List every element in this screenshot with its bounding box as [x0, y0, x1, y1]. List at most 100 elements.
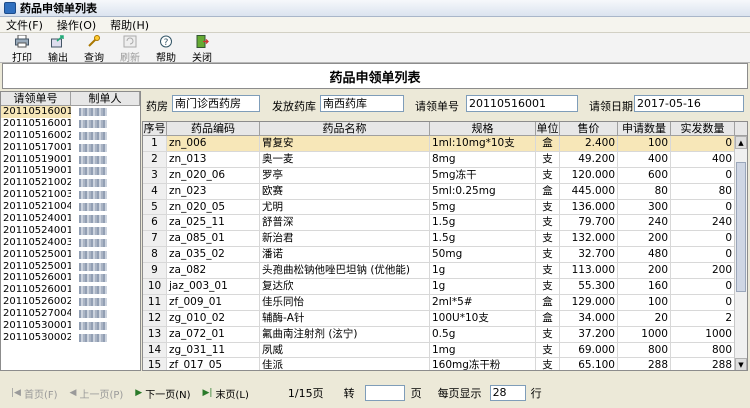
- list-item[interactable]: 20110516001: [1, 118, 140, 130]
- redacted-name: [79, 274, 107, 283]
- cell-req-qty: 200: [618, 263, 671, 279]
- list-item[interactable]: 20110524003: [1, 237, 140, 249]
- table-row[interactable]: 15 zf_017_05 佳派 160mg冻干粉支 65.100 288 288: [143, 358, 747, 370]
- header-price[interactable]: 售价: [560, 122, 618, 135]
- redacted-name: [79, 143, 107, 152]
- list-item[interactable]: 20110524001: [1, 225, 140, 237]
- header-issued-qty[interactable]: 实发数量: [671, 122, 735, 135]
- list-item-no: 20110527004: [3, 308, 71, 320]
- table-row[interactable]: 6 za_025_11 舒普深 1.5g 支 79.700 240 240: [143, 215, 747, 232]
- last-page-button[interactable]: ▶| 末页(L): [198, 384, 254, 402]
- header-code[interactable]: 药品编码: [167, 122, 260, 135]
- menu-file[interactable]: 文件(F): [0, 17, 51, 33]
- list-item[interactable]: 20110521004: [1, 201, 140, 213]
- scroll-up-icon[interactable]: ▲: [735, 136, 747, 149]
- list-item[interactable]: 20110519001: [1, 165, 140, 177]
- menu-help[interactable]: 帮助(H): [104, 17, 157, 33]
- dispense-field[interactable]: 南西药库: [320, 95, 404, 112]
- scroll-down-icon[interactable]: ▼: [735, 358, 747, 370]
- menu-bar: 文件(F) 操作(O) 帮助(H): [0, 17, 750, 33]
- next-page-icon: ▶: [135, 388, 143, 398]
- table-row[interactable]: 5 zn_020_05 尤明 5mg 支 136.000 300 0: [143, 199, 747, 216]
- list-item[interactable]: 20110516002: [1, 130, 140, 142]
- prev-page-button[interactable]: ◀ 上一页(P): [65, 384, 129, 402]
- redacted-name: [79, 215, 107, 224]
- vertical-scrollbar[interactable]: ▲ ▼: [734, 136, 747, 370]
- req-no-field[interactable]: 20110516001: [466, 95, 578, 112]
- print-button[interactable]: 打印: [4, 33, 40, 64]
- query-label: 查询: [84, 53, 104, 64]
- help-icon: ?: [159, 35, 173, 48]
- table-row[interactable]: 4 zn_023 欧赛 5ml:0.25mg 盒 445.000 80 80: [143, 183, 747, 200]
- table-row[interactable]: 11 zf_009_01 佳乐同怡 2ml*5# 盒 129.000 100 0: [143, 294, 747, 311]
- table-row[interactable]: 2 zn_013 奥一麦 8mg 支 49.200 400 400: [143, 151, 747, 168]
- cell-unit: 支: [536, 326, 560, 342]
- list-item[interactable]: 20110517001: [1, 142, 140, 154]
- date-field[interactable]: 2017-05-16: [634, 95, 744, 112]
- header-req-qty[interactable]: 申请数量: [618, 122, 671, 135]
- header-spec[interactable]: 规格: [430, 122, 536, 135]
- cell-unit: 支: [536, 215, 560, 231]
- list-item[interactable]: 20110527004: [1, 308, 140, 320]
- cell-price: 49.200: [560, 151, 618, 167]
- table-row[interactable]: 12 zg_010_02 辅酶-A针 100U*10支盒 34.000 20 2: [143, 310, 747, 327]
- table-row[interactable]: 14 zg_031_11 夙威 1mg 支 69.000 800 800: [143, 342, 747, 359]
- next-page-button[interactable]: ▶ 下一页(N): [130, 384, 195, 402]
- list-item[interactable]: 20110516001: [1, 106, 140, 118]
- cell-spec: 1.5g: [430, 215, 536, 231]
- pharmacy-field[interactable]: 南门诊西药房: [172, 95, 260, 112]
- header-seq[interactable]: 序号: [143, 122, 167, 135]
- cell-name: 胃复安: [260, 136, 430, 151]
- list-item-no: 20110525001: [3, 260, 71, 272]
- per-page-input[interactable]: 28: [489, 385, 526, 401]
- table-row[interactable]: 9 za_082 头孢曲松钠他唑巴坦钠 (优他能) 1g 支 113.000 200 200: [143, 263, 747, 280]
- list-item[interactable]: 20110519001: [1, 154, 140, 166]
- list-item[interactable]: 20110526001: [1, 272, 140, 284]
- menu-operation[interactable]: 操作(O): [51, 17, 104, 33]
- list-item[interactable]: 20110526002: [1, 296, 140, 308]
- list-item[interactable]: 20110526001: [1, 284, 140, 296]
- cell-seq: 15: [143, 358, 167, 370]
- help-button[interactable]: ? 帮助: [148, 33, 184, 64]
- table-row[interactable]: 8 za_035_02 潘诺 50mg 支 32.700 480 0: [143, 247, 747, 264]
- list-item[interactable]: 20110530002: [1, 332, 140, 344]
- cell-req-qty: 800: [618, 342, 671, 358]
- cell-name: 氟曲南注射剂 (泫宁): [260, 326, 430, 342]
- scroll-thumb[interactable]: [736, 162, 746, 292]
- query-button[interactable]: 查询: [76, 33, 112, 64]
- table-row[interactable]: 1 zn_006 胃复安 1ml:10mg*10支盒 2.400 100 0: [143, 136, 747, 152]
- list-item[interactable]: 20110521002: [1, 177, 140, 189]
- list-item-no: 20110517001: [3, 141, 71, 153]
- cell-seq: 9: [143, 263, 167, 279]
- list-item-maker: [71, 165, 140, 177]
- list-item[interactable]: 20110530001: [1, 320, 140, 332]
- list-item[interactable]: 20110525001: [1, 261, 140, 273]
- cell-issued-qty: 0: [671, 136, 735, 151]
- drug-table: 序号 药品编码 药品名称 规格 单位 售价 申请数量 实发数量 1 zn_006 胃复安 1ml:1…: [142, 121, 748, 371]
- list-item-maker: [71, 261, 140, 273]
- table-row[interactable]: 7 za_085_01 新治君 1.5g 支 132.000 200 0: [143, 231, 747, 248]
- cell-name: 辅酶-A针: [260, 310, 430, 326]
- header-unit[interactable]: 单位: [536, 122, 560, 135]
- refresh-button[interactable]: 刷新: [112, 33, 148, 64]
- cell-unit: 支: [536, 279, 560, 294]
- goto-page-input[interactable]: [364, 385, 405, 401]
- first-page-button[interactable]: |◀ 首页(F): [6, 384, 63, 402]
- row-unit-label: 行: [530, 387, 542, 400]
- cell-issued-qty: 200: [671, 263, 735, 279]
- table-row[interactable]: 3 zn_020_06 罗亭 5mg冻干支 120.000 600 0: [143, 167, 747, 184]
- list-item[interactable]: 20110524001: [1, 213, 140, 225]
- cell-spec: 160mg冻干粉: [430, 358, 536, 370]
- cell-name: 舒普深: [260, 215, 430, 231]
- table-row[interactable]: 13 za_072_01 氟曲南注射剂 (泫宁) 0.5g 支 37.200 1000 100…: [143, 326, 747, 343]
- export-button[interactable]: 输出: [40, 33, 76, 64]
- exit-door-icon: [195, 35, 209, 48]
- window-title: 药品申领单列表: [20, 2, 97, 15]
- close-button[interactable]: 关闭: [184, 33, 220, 64]
- list-item[interactable]: 20110525001: [1, 249, 140, 261]
- list-item[interactable]: 20110521003: [1, 189, 140, 201]
- list-item-maker: [71, 130, 140, 142]
- header-name[interactable]: 药品名称: [260, 122, 430, 135]
- cell-price: 120.000: [560, 167, 618, 183]
- table-row[interactable]: 10 jaz_003_01 复达欣 1g 支 55.300 160 0: [143, 279, 747, 295]
